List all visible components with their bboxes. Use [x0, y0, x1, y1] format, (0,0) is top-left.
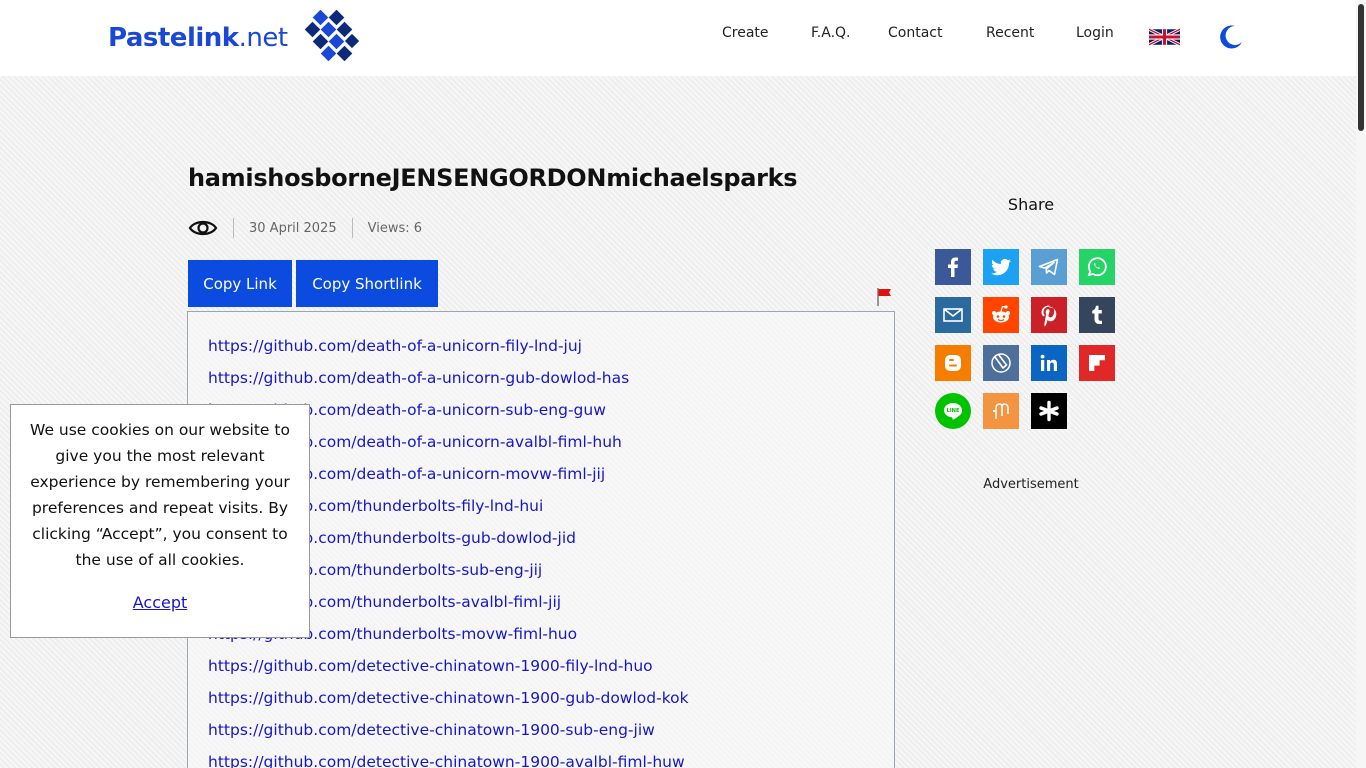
share-flipboard-button[interactable]	[1079, 345, 1115, 381]
paste-link[interactable]: https://github.com/detective-chinatown-1…	[208, 657, 653, 675]
blogger-icon	[945, 355, 961, 371]
paste-link[interactable]: https://github.com/death-of-a-unicorn-fi…	[208, 337, 582, 355]
share-title: Share	[1007, 195, 1055, 214]
share-tumblr-button[interactable]	[1079, 297, 1115, 333]
share-mix-button[interactable]	[983, 393, 1019, 429]
site-logo[interactable]: Pastelink.net	[108, 10, 359, 66]
nav-login[interactable]: Login	[1076, 25, 1114, 41]
cookie-text: We use cookies on our website to give yo…	[30, 421, 290, 569]
moon-icon[interactable]	[1218, 24, 1244, 50]
nav-contact[interactable]: Contact	[888, 25, 942, 41]
meta-divider	[351, 218, 353, 238]
uk-flag-icon[interactable]	[1149, 28, 1180, 46]
paste-link[interactable]: https://github.com/detective-chinatown-1…	[208, 753, 685, 768]
paste-meta: 30 April 2025 Views: 6	[188, 214, 422, 242]
line-icon: LINE	[944, 403, 963, 420]
twitter-icon	[991, 258, 1011, 276]
email-icon	[943, 308, 963, 322]
share-facebook-button[interactable]	[935, 249, 971, 285]
cookie-accept-button[interactable]: Accept	[133, 593, 188, 612]
mix-icon	[993, 403, 1009, 419]
page-scrollbar[interactable]	[1356, 0, 1366, 768]
list-item: https://github.com/detective-chinatown-1…	[208, 720, 689, 752]
share-telegram-button[interactable]	[1031, 249, 1067, 285]
share-livejournal-button[interactable]	[983, 345, 1019, 381]
svg-text:LINE: LINE	[946, 408, 960, 414]
meta-divider	[233, 218, 234, 238]
flipboard-icon	[1089, 355, 1105, 371]
pinterest-icon	[1041, 305, 1057, 327]
list-item: https://github.com/detective-chinatown-1…	[208, 656, 689, 688]
logo-mark-icon	[304, 10, 359, 62]
share-line-button[interactable]: LINE	[935, 393, 971, 429]
share-reddit-button[interactable]	[983, 297, 1019, 333]
livejournal-icon	[991, 353, 1011, 373]
share-delicious-button[interactable]	[1031, 393, 1067, 429]
list-item: https://github.com/death-of-a-unicorn-gu…	[208, 368, 689, 400]
share-blogger-button[interactable]	[935, 345, 971, 381]
copy-shortlink-button[interactable]: Copy Shortlink	[296, 260, 438, 307]
share-email-button[interactable]	[935, 297, 971, 333]
linkedin-icon	[1040, 354, 1057, 371]
telegram-icon	[1038, 258, 1059, 276]
facebook-icon	[948, 257, 958, 277]
paste-link[interactable]: https://github.com/death-of-a-unicorn-gu…	[208, 369, 629, 387]
nav-create[interactable]: Create	[722, 25, 769, 41]
whatsapp-icon	[1087, 257, 1107, 277]
logo-text: Pastelink.net	[108, 23, 288, 53]
paste-title: hamishosborneJENSENGORDONmichaelsparks	[188, 164, 798, 192]
delicious-icon	[1039, 400, 1059, 422]
paste-views: Views: 6	[367, 220, 423, 236]
nav-recent[interactable]: Recent	[986, 25, 1034, 41]
advertisement-label: Advertisement	[983, 477, 1079, 492]
site-header: Pastelink.net Create F.A.Q. Contact Rece…	[0, 0, 1356, 76]
paste-link[interactable]: https://github.com/detective-chinatown-1…	[208, 689, 689, 707]
paste-link[interactable]: https://github.com/detective-chinatown-1…	[208, 721, 655, 739]
share-whatsapp-button[interactable]	[1079, 249, 1115, 285]
list-item: https://github.com/death-of-a-unicorn-fi…	[208, 336, 689, 368]
tumblr-icon	[1092, 305, 1102, 324]
nav-faq[interactable]: F.A.Q.	[811, 25, 851, 41]
share-pinterest-button[interactable]	[1031, 297, 1067, 333]
eye-icon	[188, 220, 218, 236]
share-twitter-button[interactable]	[983, 249, 1019, 285]
share-linkedin-button[interactable]	[1031, 345, 1067, 381]
list-item: https://github.com/detective-chinatown-1…	[208, 752, 689, 768]
copy-link-button[interactable]: Copy Link	[188, 260, 292, 307]
paste-date: 30 April 2025	[249, 220, 337, 236]
list-item: https://github.com/detective-chinatown-1…	[208, 688, 689, 720]
scrollbar-thumb[interactable]	[1358, 4, 1364, 131]
red-flag-icon[interactable]	[876, 287, 892, 307]
cookie-consent-banner: We use cookies on our website to give yo…	[10, 404, 310, 638]
reddit-icon	[992, 305, 1010, 323]
